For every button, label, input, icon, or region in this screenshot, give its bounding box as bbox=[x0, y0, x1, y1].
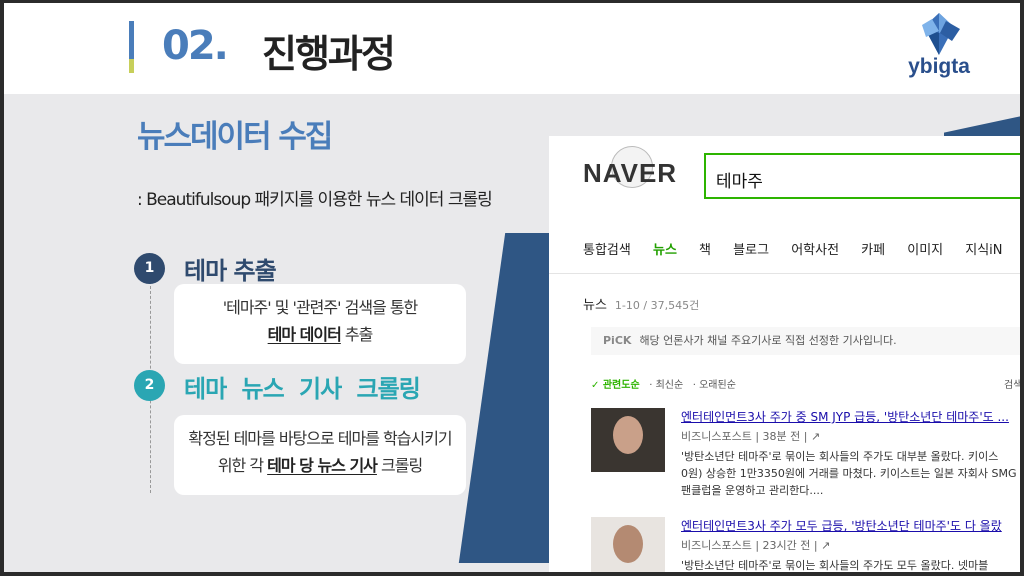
search-query: 테마주 bbox=[716, 172, 763, 192]
article-time: 38분 전 bbox=[762, 430, 801, 443]
tab-cafe[interactable]: 카페 bbox=[861, 243, 885, 258]
step-label: 테마 뉴스 기사 크롤링 bbox=[184, 375, 421, 403]
step-card-text: 위한 각 bbox=[217, 456, 268, 475]
snippet-line: '방탄소년단 테마주'로 묶이는 회사들의 주가도 모두 올랐다. 넷마블 bbox=[681, 559, 989, 572]
article-thumbnail[interactable] bbox=[591, 408, 665, 472]
search-input[interactable]: 테마주 bbox=[704, 153, 1020, 199]
search-tabs: 통합검색 뉴스 책 블로그 어학사전 카페 이미지 지식iN bbox=[583, 239, 1020, 263]
article-snippet: '방탄소년단 테마주'로 묶이는 회사들의 주가도 모두 올랐다. 넷마블 bbox=[681, 557, 988, 572]
tab-kin[interactable]: 지식iN bbox=[965, 243, 1002, 258]
step-number-badge: 2 bbox=[134, 370, 165, 401]
article-time: 23시간 전 bbox=[762, 539, 811, 552]
article-source[interactable]: 비즈니스포스트 bbox=[681, 539, 752, 552]
page-title: 진행과정 bbox=[262, 32, 396, 76]
sort-oldest[interactable]: · 오래된순 bbox=[693, 380, 736, 391]
tab-news[interactable]: 뉴스 bbox=[653, 243, 677, 258]
tab-book[interactable]: 책 bbox=[699, 243, 711, 258]
section-number: 02. bbox=[162, 23, 229, 69]
ybigta-logo: ybigta bbox=[894, 11, 984, 87]
tab-blog[interactable]: 블로그 bbox=[733, 243, 769, 258]
step-card-highlight: 테마 데이터 bbox=[267, 325, 342, 344]
step-card: '테마주' 및 '관련주' 검색을 통한 테마 데이터 추출 bbox=[174, 284, 466, 364]
article-title[interactable]: 엔터테인먼트3사 주가 중 SM JYP 급등, '방탄소년단 테마주'도 ..… bbox=[681, 408, 1009, 425]
article-thumbnail[interactable] bbox=[591, 517, 665, 572]
article-meta: 비즈니스포스트 | 38분 전 | ↗ bbox=[681, 430, 821, 443]
sort-options: ✓ 관련도순 · 최신순 · 오래된순 bbox=[591, 376, 736, 391]
section-subtitle: : Beautifulsoup 패키지를 이용한 뉴스 데이터 크롤링 bbox=[137, 190, 493, 210]
sort-relevance[interactable]: ✓ 관련도순 bbox=[591, 380, 640, 391]
step-card-text: 크롤링 bbox=[376, 456, 423, 475]
pick-notice: PiCK 해당 언론사가 채널 주요기사로 직접 선정한 기사입니다. bbox=[591, 327, 1020, 355]
step-card-line: 테마 데이터 추출 bbox=[174, 321, 466, 348]
slide: 02. 진행과정 ybigta 뉴스데이터 수집 : Beautifulsoup… bbox=[4, 3, 1020, 572]
header: 02. 진행과정 ybigta bbox=[4, 3, 1020, 94]
article-source[interactable]: 비즈니스포스트 bbox=[681, 430, 752, 443]
sort-latest[interactable]: · 최신순 bbox=[649, 380, 683, 391]
pick-text: 해당 언론사가 채널 주요기사로 직접 선정한 기사입니다. bbox=[639, 334, 897, 347]
step-card-text: 추출 bbox=[340, 325, 373, 344]
step-card-line: 위한 각 테마 당 뉴스 기사 크롤링 bbox=[174, 452, 466, 479]
article-meta: 비즈니스포스트 | 23시간 전 | ↗ bbox=[681, 539, 831, 552]
snippet-line: 0원) 상승한 1만3350원에 거래를 마쳤다. 키이스트는 일본 자회사 S… bbox=[681, 467, 1017, 480]
section-title: 뉴스데이터 수집 bbox=[137, 119, 333, 155]
step-card-line: 확정된 테마를 바탕으로 테마를 학습시키기 bbox=[188, 429, 452, 448]
step-number-badge: 1 bbox=[134, 253, 165, 284]
step-card-highlight: 테마 당 뉴스 기사 bbox=[267, 456, 378, 475]
snippet-line: '방탄소년단 테마주'로 묶이는 회사들의 주가도 대부분 올랐다. 키이스 bbox=[681, 450, 999, 463]
naver-logo: NAVER bbox=[583, 158, 678, 188]
article-title[interactable]: 엔터테인먼트3사 주가 모두 급등, '방탄소년단 테마주'도 다 올랐 bbox=[681, 517, 1002, 534]
pick-label: PiCK bbox=[603, 334, 632, 347]
share-icon[interactable]: ↗ bbox=[821, 539, 830, 552]
header-accent-bar-low bbox=[129, 59, 134, 73]
tab-dictionary[interactable]: 어학사전 bbox=[791, 243, 839, 258]
tab-integrated[interactable]: 통합검색 bbox=[583, 243, 631, 258]
logo-text: ybigta bbox=[908, 55, 970, 78]
naver-search-screenshot: NAVER 테마주 통합검색 뉴스 책 블로그 어학사전 카페 이미지 지식iN… bbox=[549, 136, 1020, 572]
step-label: 테마 추출 bbox=[184, 257, 277, 285]
search-option-link[interactable]: 검색 bbox=[1004, 376, 1020, 391]
article-snippet: '방탄소년단 테마주'로 묶이는 회사들의 주가도 대부분 올랐다. 키이스 0… bbox=[681, 448, 1017, 499]
snippet-line: 팬클럽을 운영하고 관리한다.... bbox=[681, 484, 824, 497]
news-label: 뉴스 bbox=[583, 298, 607, 313]
logo-gem-icon bbox=[922, 13, 960, 55]
news-header: 뉴스 1-10 / 37,545건 bbox=[583, 294, 699, 313]
step-card: 확정된 테마를 바탕으로 테마를 학습시키기 위한 각 테마 당 뉴스 기사 크… bbox=[174, 415, 466, 495]
news-count: 1-10 / 37,545건 bbox=[614, 299, 700, 312]
divider bbox=[549, 273, 1020, 274]
step-card-line: '테마주' 및 '관련주' 검색을 통한 bbox=[222, 298, 419, 317]
share-icon[interactable]: ↗ bbox=[811, 430, 820, 443]
tab-image[interactable]: 이미지 bbox=[907, 243, 943, 258]
